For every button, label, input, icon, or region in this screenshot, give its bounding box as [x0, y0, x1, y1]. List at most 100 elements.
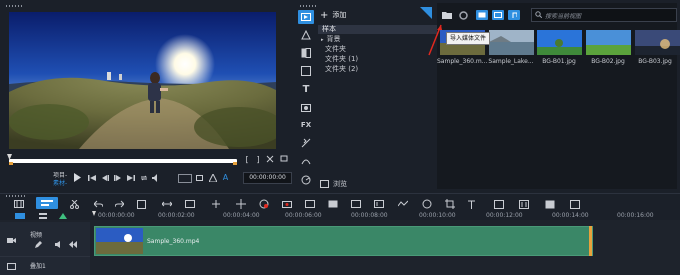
- add-folder-button[interactable]: + 添加: [320, 9, 352, 21]
- show-photos-icon[interactable]: [492, 10, 504, 20]
- thumbnail-label: Sample_Lake...: [488, 58, 534, 65]
- ruler-tick-label: 00:00:10:00: [419, 212, 456, 219]
- crop-icon[interactable]: [208, 173, 217, 182]
- play-button[interactable]: [72, 172, 82, 182]
- track-edit-icon[interactable]: [34, 240, 43, 248]
- time-remapping-icon[interactable]: [373, 199, 384, 209]
- instant-project-icon[interactable]: [300, 29, 312, 41]
- motion-path-icon[interactable]: [300, 155, 312, 167]
- play-icon: [73, 172, 81, 182]
- fullscreen-icon[interactable]: [569, 199, 580, 209]
- filter-icon[interactable]: [300, 137, 312, 149]
- search-placeholder: 搜索当前视图: [545, 12, 582, 20]
- fx-icon[interactable]: FX: [300, 119, 312, 131]
- rotate-icon[interactable]: [421, 199, 432, 209]
- pan-zoom-icon[interactable]: [235, 199, 246, 209]
- thumbnail-bg-b03[interactable]: [635, 30, 680, 55]
- import-media-icon[interactable]: [441, 10, 452, 20]
- thumbnail-sample-lake[interactable]: [489, 30, 534, 55]
- screen-recorder-icon[interactable]: [350, 199, 361, 209]
- transition-icon[interactable]: [300, 47, 312, 59]
- crop-frame-icon[interactable]: [444, 199, 455, 209]
- record-capture-icon[interactable]: [136, 199, 147, 209]
- repeat-icon[interactable]: [139, 173, 148, 182]
- library-grip[interactable]: [300, 5, 316, 7]
- color-grading-icon[interactable]: [544, 199, 555, 209]
- tool-cut-icon[interactable]: [69, 199, 80, 209]
- multicam-editor-icon[interactable]: [304, 199, 315, 209]
- add-folder-label: 添加: [332, 11, 347, 19]
- clip-mode-label[interactable]: 素材-: [53, 178, 67, 187]
- title-icon[interactable]: T: [300, 83, 312, 95]
- speedometer-icon[interactable]: [300, 174, 312, 186]
- ruler-tick-label: 00:00:00:00: [98, 212, 135, 219]
- add-track-icon[interactable]: [58, 212, 68, 220]
- go-to-start-icon[interactable]: [87, 173, 96, 182]
- clip-end-handle[interactable]: [589, 226, 592, 256]
- track-settings-icon[interactable]: [38, 212, 48, 220]
- search-box[interactable]: 搜索当前视图: [531, 8, 677, 22]
- video-viewport[interactable]: [9, 12, 276, 149]
- fit-timeline-icon[interactable]: [161, 199, 172, 209]
- overlay-track-icon: [6, 262, 16, 270]
- timeline-view-icon[interactable]: [36, 197, 58, 209]
- thumbnail-bg-b02[interactable]: [586, 30, 631, 55]
- ruler-tick-label: 00:00:06:00: [285, 212, 322, 219]
- clip-thumbnail: [96, 228, 143, 254]
- redo-icon[interactable]: [114, 199, 125, 209]
- timecode-display[interactable]: 00:00:00:00: [243, 172, 292, 184]
- tree-item-background[interactable]: ▸ 背景: [321, 35, 341, 44]
- ruler-tick-label: 00:00:08:00: [351, 212, 388, 219]
- track-ripple-icon[interactable]: [68, 240, 77, 248]
- audio-duck-icon[interactable]: [397, 199, 408, 209]
- tree-item-folder-2[interactable]: 文件夹 (2): [325, 65, 358, 74]
- ruler-tick-label: 00:00:04:00: [223, 212, 260, 219]
- scrub-bar[interactable]: [9, 159, 237, 163]
- title-text-icon[interactable]: [467, 199, 478, 209]
- mark-out-button[interactable]: ]: [254, 155, 262, 164]
- title-editor-icon[interactable]: [327, 199, 338, 209]
- undo-icon[interactable]: [93, 199, 104, 209]
- text-tool-button[interactable]: A: [221, 173, 230, 182]
- track-manager-icon[interactable]: [14, 212, 26, 220]
- go-to-end-icon[interactable]: [126, 173, 135, 182]
- split-screen-icon[interactable]: [210, 199, 221, 209]
- plus-icon: +: [320, 9, 329, 21]
- volume-icon[interactable]: [151, 173, 160, 182]
- storyboard-view-icon[interactable]: [13, 199, 25, 209]
- mark-in-button[interactable]: [: [243, 155, 251, 164]
- enlarge-preview-icon[interactable]: [280, 155, 288, 163]
- browse-button[interactable]: 浏览: [320, 179, 360, 188]
- previous-frame-icon[interactable]: [100, 173, 109, 182]
- thumbnail-bg-b01[interactable]: [537, 30, 582, 55]
- expand-arrow-icon[interactable]: ▸: [321, 37, 324, 43]
- media-category-icon[interactable]: [298, 10, 314, 24]
- show-audio-icon[interactable]: [508, 10, 520, 20]
- clip-name: Sample_360.mp4: [147, 238, 200, 245]
- tree-item-folder-1[interactable]: 文件夹 (1): [325, 55, 358, 64]
- motion-tracking-icon[interactable]: [281, 199, 292, 209]
- thumbnail-label: Sample_360.m...: [437, 58, 488, 65]
- settings-gear-icon[interactable]: [458, 10, 468, 20]
- graphics-icon[interactable]: [300, 101, 312, 113]
- preview-panel-grip[interactable]: [6, 5, 24, 7]
- search-icon: [535, 10, 543, 20]
- browse-icon: [320, 179, 329, 188]
- template-icon[interactable]: [300, 65, 312, 77]
- mask-creator-icon[interactable]: [258, 199, 269, 209]
- auto-music-icon[interactable]: [493, 199, 504, 209]
- tree-item-folder[interactable]: 文件夹: [325, 45, 346, 54]
- subtitle-editor-icon[interactable]: [184, 199, 195, 209]
- next-frame-icon[interactable]: [113, 173, 122, 182]
- video-clip[interactable]: Sample_360.mp4: [94, 226, 593, 256]
- split-clip-icon[interactable]: [266, 155, 274, 163]
- hd-preview-icon[interactable]: [178, 174, 192, 183]
- sound-mixer-icon[interactable]: [518, 199, 529, 209]
- ruler-tick-label: 00:00:12:00: [486, 212, 523, 219]
- browse-label: 浏览: [333, 179, 347, 188]
- tree-item-sample[interactable]: 样本: [318, 25, 437, 34]
- track-audio-icon[interactable]: [54, 240, 63, 248]
- change-aspect-icon[interactable]: [195, 173, 204, 182]
- timeline-grip[interactable]: [6, 195, 26, 197]
- show-videos-icon[interactable]: [476, 10, 488, 20]
